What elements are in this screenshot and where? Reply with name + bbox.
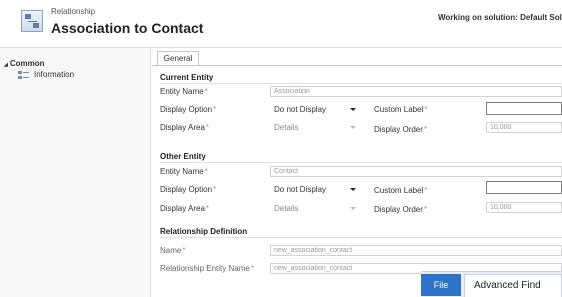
relationship-entity-name-label: Relationship Entity Name*	[160, 264, 254, 273]
required-marker: *	[182, 246, 186, 255]
display-order-label: Display Order*	[374, 125, 428, 134]
form-body: General Current Entity Entity Name* Asso…	[152, 48, 562, 297]
tab-divider	[152, 65, 562, 66]
display-order-label: Display Order*	[374, 205, 428, 214]
required-marker: *	[423, 125, 428, 134]
other-entity-name-field[interactable]: Contact	[270, 166, 562, 177]
required-marker: *	[424, 186, 428, 195]
section-divider	[160, 83, 562, 84]
name-label: Name*	[160, 246, 186, 255]
current-display-area-select[interactable]: Details	[272, 122, 360, 133]
required-marker: *	[205, 204, 210, 213]
information-icon	[18, 70, 29, 79]
section-divider	[160, 237, 562, 238]
other-display-order-field[interactable]: 10,000	[486, 202, 562, 213]
sidebar-item-information[interactable]: Information	[18, 70, 74, 79]
page-title: Association to Contact	[51, 20, 204, 36]
display-area-label: Display Area*	[160, 123, 210, 132]
required-marker: *	[205, 123, 210, 132]
sidebar-group-label: Common	[9, 59, 45, 68]
entity-type-label: Relationship	[51, 7, 96, 16]
other-display-area-select[interactable]: Details	[272, 203, 360, 214]
entity-name-label: Entity Name*	[160, 167, 208, 176]
chevron-down-icon	[350, 108, 356, 111]
solution-indicator: Working on solution: Default Solu	[438, 13, 562, 22]
entity-name-label: Entity Name*	[160, 87, 208, 96]
current-custom-label-input[interactable]	[486, 102, 562, 115]
form-header: Relationship Association to Contact Work…	[0, 0, 562, 48]
other-display-option-select[interactable]: Do not Display	[272, 184, 360, 195]
required-marker: *	[204, 167, 208, 176]
custom-label-label: Custom Label*	[374, 105, 428, 114]
relationship-icon	[21, 10, 43, 32]
tab-general[interactable]: General	[157, 51, 199, 65]
chevron-down-icon	[350, 207, 356, 210]
required-marker: *	[213, 185, 217, 194]
section-relationship-definition: Relationship Definition	[160, 227, 248, 236]
advanced-find-tab[interactable]: Advanced Find	[464, 274, 562, 297]
custom-label-label: Custom Label*	[374, 186, 428, 195]
current-display-order-field[interactable]: 10,000	[486, 122, 562, 133]
current-display-option-select[interactable]: Do not Display	[272, 104, 360, 115]
required-marker: *	[424, 105, 428, 114]
other-custom-label-input[interactable]	[486, 181, 562, 194]
display-option-label: Display Option*	[160, 185, 217, 194]
ribbon-bar: File Advanced Find	[421, 271, 562, 297]
display-area-label: Display Area*	[160, 204, 210, 213]
relationship-name-field[interactable]: new_association_contact	[270, 245, 562, 256]
required-marker: *	[213, 105, 217, 114]
section-other-entity: Other Entity	[160, 152, 206, 161]
chevron-down-icon	[350, 188, 356, 191]
required-marker: *	[250, 264, 254, 273]
section-divider	[160, 162, 562, 163]
chevron-down-icon	[350, 126, 356, 129]
sidebar-group-common[interactable]: ◢ Common	[4, 59, 45, 68]
required-marker: *	[423, 205, 428, 214]
required-marker: *	[204, 87, 208, 96]
file-tab[interactable]: File	[421, 274, 461, 296]
sidebar: ◢ Common Information	[0, 48, 151, 297]
sidebar-item-label: Information	[34, 70, 75, 79]
section-current-entity: Current Entity	[160, 73, 214, 82]
expand-triangle-icon: ◢	[4, 62, 8, 68]
current-entity-name-field[interactable]: Association	[270, 86, 562, 97]
display-option-label: Display Option*	[160, 105, 217, 114]
